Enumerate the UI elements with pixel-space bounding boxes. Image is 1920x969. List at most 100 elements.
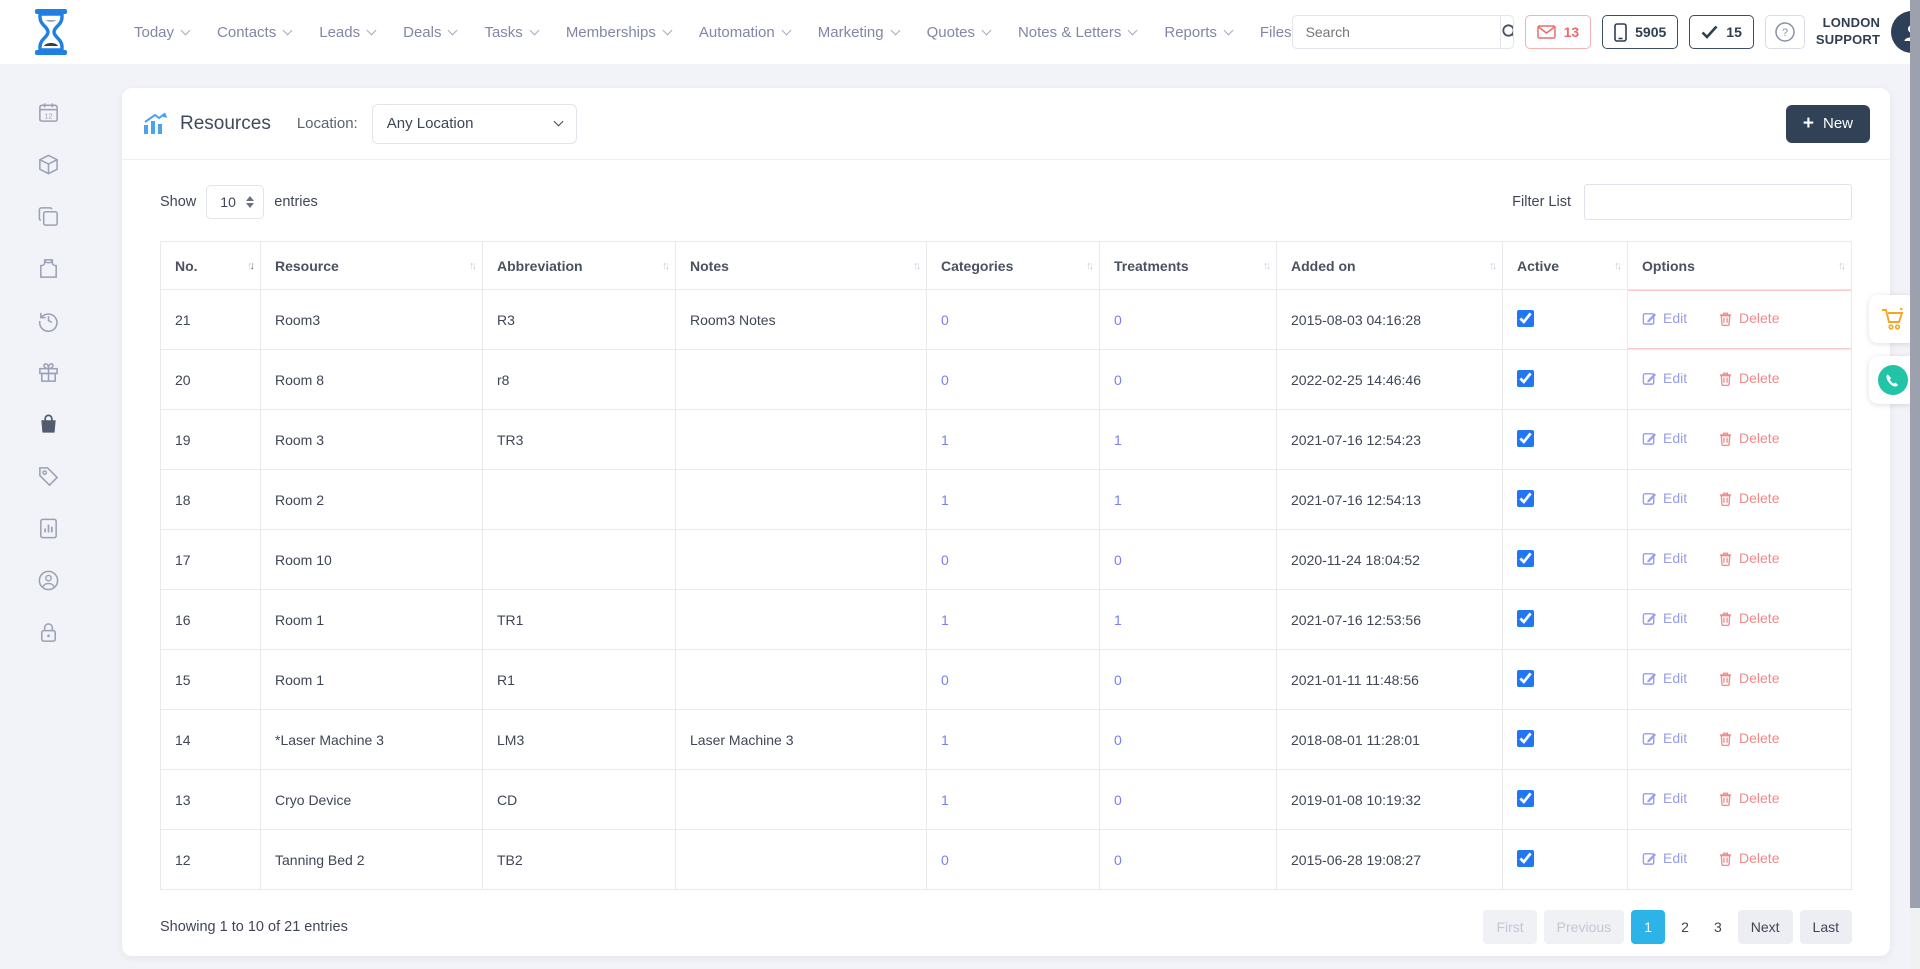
column-header-active[interactable]: Active↑↓	[1503, 242, 1628, 290]
categories-count-link[interactable]: 0	[927, 290, 1100, 350]
delete-button[interactable]: Delete	[1718, 550, 1779, 566]
column-header-no[interactable]: No.↑↓	[161, 242, 261, 290]
mail-notifications-button[interactable]: 13	[1525, 15, 1592, 49]
delete-button[interactable]: Delete	[1718, 610, 1779, 626]
treatments-count-link[interactable]: 0	[1100, 290, 1277, 350]
column-header-abbreviation[interactable]: Abbreviation↑↓	[483, 242, 676, 290]
edit-button[interactable]: Edit	[1642, 610, 1687, 626]
edit-button[interactable]: Edit	[1642, 370, 1687, 386]
delete-button[interactable]: Delete	[1718, 790, 1779, 806]
nav-item-automation[interactable]: Automation	[699, 24, 790, 41]
tasks-done-button[interactable]: 15	[1689, 15, 1754, 49]
column-header-notes[interactable]: Notes↑↓	[676, 242, 927, 290]
treatments-count-link[interactable]: 0	[1100, 710, 1277, 770]
categories-count-link[interactable]: 0	[927, 830, 1100, 890]
help-button[interactable]: ?	[1765, 15, 1805, 49]
calendar-icon[interactable]: 12	[36, 100, 60, 124]
nav-item-notes-letters[interactable]: Notes & Letters	[1018, 24, 1136, 41]
active-checkbox[interactable]	[1517, 430, 1534, 447]
categories-count-link[interactable]: 1	[927, 410, 1100, 470]
active-checkbox[interactable]	[1517, 670, 1534, 687]
active-checkbox[interactable]	[1517, 490, 1534, 507]
categories-count-link[interactable]: 1	[927, 710, 1100, 770]
nav-item-quotes[interactable]: Quotes	[927, 24, 990, 41]
call-fab[interactable]	[1869, 356, 1916, 404]
active-checkbox[interactable]	[1517, 730, 1534, 747]
scrollbar-thumb[interactable]	[1910, 0, 1920, 908]
search-button[interactable]	[1500, 16, 1514, 48]
delete-button[interactable]: Delete	[1718, 670, 1779, 686]
page-size-select[interactable]: 10	[206, 185, 264, 219]
app-logo-hourglass-icon[interactable]	[30, 8, 72, 56]
edit-button[interactable]: Edit	[1642, 490, 1687, 506]
nav-item-files[interactable]: Files	[1260, 24, 1292, 41]
column-header-options[interactable]: Options↑↓	[1628, 242, 1852, 290]
lock-icon[interactable]	[36, 620, 60, 644]
categories-count-link[interactable]: 1	[927, 470, 1100, 530]
location-select[interactable]: Any Location	[372, 104, 577, 144]
nav-item-leads[interactable]: Leads	[319, 24, 375, 41]
nav-item-marketing[interactable]: Marketing	[818, 24, 899, 41]
column-header-categories[interactable]: Categories↑↓	[927, 242, 1100, 290]
treatments-count-link[interactable]: 0	[1100, 650, 1277, 710]
treatments-count-link[interactable]: 0	[1100, 830, 1277, 890]
tag-icon[interactable]	[36, 464, 60, 488]
column-header-treatments[interactable]: Treatments↑↓	[1100, 242, 1277, 290]
nav-item-reports[interactable]: Reports	[1164, 24, 1232, 41]
history-icon[interactable]	[36, 308, 60, 332]
nav-item-contacts[interactable]: Contacts	[217, 24, 291, 41]
treatments-count-link[interactable]: 0	[1100, 770, 1277, 830]
edit-button[interactable]: Edit	[1642, 670, 1687, 686]
delete-button[interactable]: Delete	[1718, 370, 1779, 386]
edit-button[interactable]: Edit	[1642, 550, 1687, 566]
categories-count-link[interactable]: 1	[927, 770, 1100, 830]
uniform-icon[interactable]	[36, 256, 60, 280]
categories-count-link[interactable]: 0	[927, 530, 1100, 590]
nav-item-deals[interactable]: Deals	[403, 24, 456, 41]
report-icon[interactable]	[36, 516, 60, 540]
delete-button[interactable]: Delete	[1718, 430, 1779, 446]
edit-button[interactable]: Edit	[1642, 850, 1687, 866]
treatments-count-link[interactable]: 0	[1100, 350, 1277, 410]
categories-count-link[interactable]: 1	[927, 590, 1100, 650]
treatments-count-link[interactable]: 1	[1100, 590, 1277, 650]
nav-item-memberships[interactable]: Memberships	[566, 24, 671, 41]
categories-count-link[interactable]: 0	[927, 350, 1100, 410]
vertical-scrollbar[interactable]	[1910, 0, 1920, 969]
treatments-count-link[interactable]: 0	[1100, 530, 1277, 590]
delete-button[interactable]: Delete	[1718, 490, 1779, 506]
nav-item-today[interactable]: Today	[134, 24, 189, 41]
nav-item-tasks[interactable]: Tasks	[484, 24, 537, 41]
search-input[interactable]	[1293, 24, 1500, 40]
column-header-added-on[interactable]: Added on↑↓	[1277, 242, 1503, 290]
delete-button[interactable]: Delete	[1718, 310, 1779, 326]
shopping-bag-icon[interactable]	[36, 412, 60, 436]
active-checkbox[interactable]	[1517, 550, 1534, 567]
filter-input[interactable]	[1584, 184, 1852, 220]
active-checkbox[interactable]	[1517, 310, 1534, 327]
pagination-next[interactable]: Next	[1738, 910, 1793, 944]
cart-fab[interactable]	[1869, 295, 1916, 343]
pagination-page-2[interactable]: 2	[1672, 910, 1698, 944]
pagination-first[interactable]: First	[1483, 910, 1536, 944]
active-checkbox[interactable]	[1517, 370, 1534, 387]
column-header-resource[interactable]: Resource↑↓	[261, 242, 483, 290]
active-checkbox[interactable]	[1517, 610, 1534, 627]
edit-button[interactable]: Edit	[1642, 310, 1687, 326]
support-icon[interactable]	[36, 568, 60, 592]
copy-icon[interactable]	[36, 204, 60, 228]
active-checkbox[interactable]	[1517, 850, 1534, 867]
new-button[interactable]: + New	[1786, 105, 1870, 143]
treatments-count-link[interactable]: 1	[1100, 410, 1277, 470]
pagination-page-1[interactable]: 1	[1631, 910, 1665, 944]
edit-button[interactable]: Edit	[1642, 730, 1687, 746]
package-icon[interactable]	[36, 152, 60, 176]
edit-button[interactable]: Edit	[1642, 790, 1687, 806]
delete-button[interactable]: Delete	[1718, 850, 1779, 866]
pagination-last[interactable]: Last	[1800, 910, 1852, 944]
treatments-count-link[interactable]: 1	[1100, 470, 1277, 530]
pagination-previous[interactable]: Previous	[1544, 910, 1624, 944]
active-checkbox[interactable]	[1517, 790, 1534, 807]
edit-button[interactable]: Edit	[1642, 430, 1687, 446]
phone-notifications-button[interactable]: 5905	[1602, 15, 1678, 49]
